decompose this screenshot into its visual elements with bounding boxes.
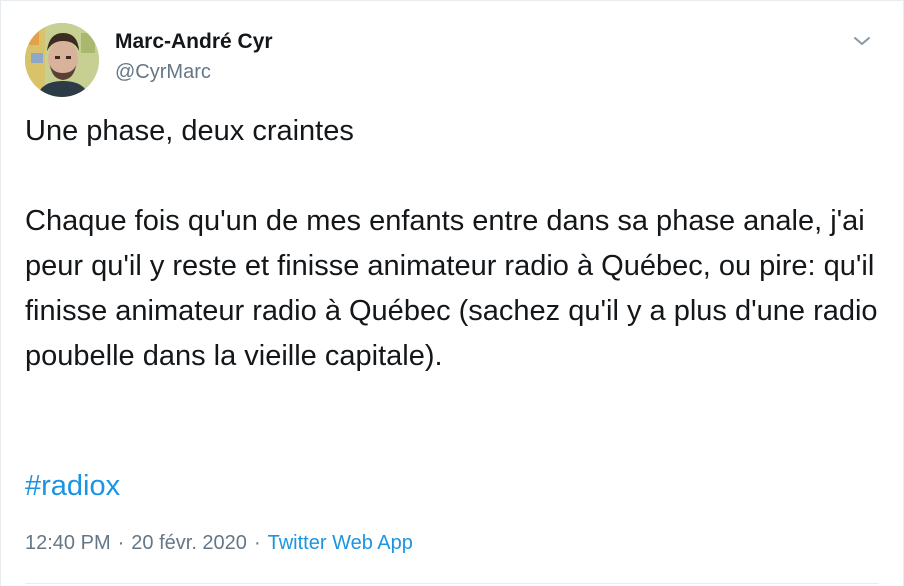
chevron-down-icon[interactable] — [851, 33, 873, 49]
tweet-source-link[interactable]: Twitter Web App — [268, 532, 413, 554]
meta-separator: · — [117, 532, 125, 554]
divider — [25, 583, 879, 584]
avatar-image — [25, 23, 99, 97]
avatar[interactable] — [25, 23, 99, 97]
tweet-text-line-1: Une phase, deux craintes — [25, 115, 354, 147]
author-display-name[interactable]: Marc-André Cyr — [115, 29, 273, 55]
meta-separator: · — [253, 532, 261, 554]
tweet-time[interactable]: 12:40 PM — [25, 532, 111, 554]
tweet-card: Marc-André Cyr @CyrMarc Une phase, deux … — [0, 0, 904, 586]
author-names: Marc-André Cyr @CyrMarc — [115, 29, 273, 85]
tweet-metadata: 12:40 PM · 20 févr. 2020 · Twitter Web App — [25, 528, 413, 558]
tweet-text-paragraph-2: Chaque fois qu'un de mes enfants entre d… — [25, 205, 878, 372]
tweet-text: Une phase, deux craintes Chaque fois qu'… — [25, 109, 885, 379]
tweet-header: Marc-André Cyr @CyrMarc — [25, 23, 879, 97]
author-handle[interactable]: @CyrMarc — [115, 59, 273, 85]
tweet-date[interactable]: 20 févr. 2020 — [131, 532, 247, 554]
hashtag-link[interactable]: #radiox — [25, 464, 120, 509]
